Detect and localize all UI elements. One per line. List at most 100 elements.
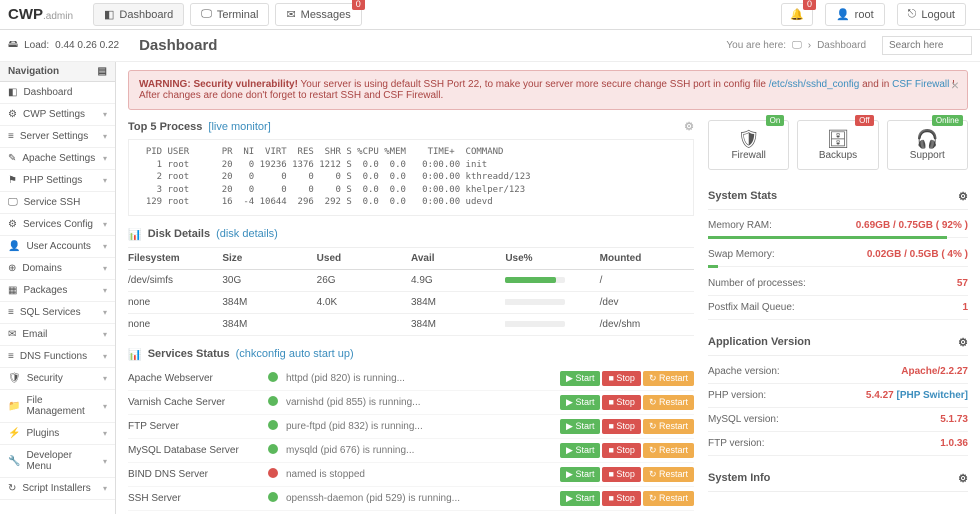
chevron-down-icon: ▾ bbox=[103, 330, 107, 339]
tab-dashboard[interactable]: ◧Dashboard bbox=[93, 3, 184, 26]
nav-icon: 🖵 bbox=[8, 197, 18, 208]
chevron-down-icon: ▾ bbox=[103, 374, 107, 383]
sidebar-item-server-settings[interactable]: ≡Server Settings▾ bbox=[0, 126, 115, 148]
gear-icon[interactable]: ⚙ bbox=[958, 336, 968, 349]
swap-value: 0.02GB / 0.5GB ( 4% ) bbox=[867, 249, 968, 260]
sidebar-item-dns-functions[interactable]: ≡DNS Functions▾ bbox=[0, 346, 115, 368]
start-button[interactable]: ▶ Start bbox=[560, 491, 600, 506]
firewall-card[interactable]: On🛡Firewall bbox=[708, 120, 789, 170]
close-alert-icon[interactable]: × bbox=[951, 77, 959, 93]
start-button[interactable]: ▶ Start bbox=[560, 467, 600, 482]
restart-button[interactable]: ↻ Restart bbox=[643, 371, 694, 386]
nav-icon: 👤 bbox=[8, 241, 20, 252]
logout-button[interactable]: ⎋Logout bbox=[897, 3, 966, 26]
sidebar-item-file-management[interactable]: 📁File Management▾ bbox=[0, 390, 115, 423]
chevron-down-icon: ▾ bbox=[103, 352, 107, 361]
chevron-down-icon: ▾ bbox=[103, 286, 107, 295]
nav-label: Email bbox=[22, 329, 47, 340]
stop-button[interactable]: ■ Stop bbox=[602, 419, 640, 434]
appver-row: PHP version:5.4.27 [PHP Switcher] bbox=[708, 384, 968, 408]
mail-icon: ✉ bbox=[286, 8, 295, 21]
user-button[interactable]: 👤root bbox=[825, 3, 885, 26]
chevron-down-icon: ▾ bbox=[103, 110, 107, 119]
tab-messages[interactable]: ✉Messages0 bbox=[275, 3, 361, 26]
start-button[interactable]: ▶ Start bbox=[560, 371, 600, 386]
status-dot bbox=[268, 420, 278, 430]
nav-label: Services Config bbox=[23, 219, 93, 230]
sidebar-item-user-accounts[interactable]: 👤User Accounts▾ bbox=[0, 236, 115, 258]
gear-icon[interactable]: ⚙ bbox=[958, 190, 968, 203]
sidebar-item-security[interactable]: 🛡Security▾ bbox=[0, 368, 115, 390]
collapse-icon[interactable]: ▤ bbox=[98, 66, 107, 77]
start-button[interactable]: ▶ Start bbox=[560, 419, 600, 434]
sidebar-item-plugins[interactable]: ⚡Plugins▾ bbox=[0, 423, 115, 445]
nav-icon: 📁 bbox=[8, 401, 20, 412]
nav-label: Dashboard bbox=[23, 87, 72, 98]
sidebar-item-domains[interactable]: ⊕Domains▾ bbox=[0, 258, 115, 280]
sidebar-item-developer-menu[interactable]: 🔧Developer Menu▾ bbox=[0, 445, 115, 478]
status-dot bbox=[268, 372, 278, 382]
tab-terminal[interactable]: 🖵Terminal bbox=[190, 3, 269, 26]
gear-icon[interactable]: ⚙ bbox=[958, 472, 968, 485]
sidebar-item-php-settings[interactable]: ⚑PHP Settings▾ bbox=[0, 170, 115, 192]
csf-firewall-link[interactable]: CSF Firewall bbox=[892, 79, 949, 90]
appver-title: Application Version bbox=[708, 336, 811, 349]
restart-button[interactable]: ↻ Restart bbox=[643, 419, 694, 434]
terminal-icon: 🖵 bbox=[201, 8, 212, 21]
disk-details-link[interactable]: (disk details) bbox=[216, 228, 278, 240]
support-card[interactable]: Online🎧Support bbox=[887, 120, 968, 170]
nav-icon: ⚡ bbox=[8, 428, 20, 439]
proc-value: 57 bbox=[957, 278, 968, 289]
ram-value: 0.69GB / 0.75GB ( 92% ) bbox=[856, 220, 968, 231]
stop-button[interactable]: ■ Stop bbox=[602, 371, 640, 386]
start-button[interactable]: ▶ Start bbox=[560, 395, 600, 410]
stop-button[interactable]: ■ Stop bbox=[602, 395, 640, 410]
restart-button[interactable]: ↻ Restart bbox=[643, 395, 694, 410]
nav-label: Apache Settings bbox=[22, 153, 95, 164]
nav-icon: ⚙ bbox=[8, 219, 17, 230]
sidebar-item-apache-settings[interactable]: ✎Apache Settings▾ bbox=[0, 148, 115, 170]
service-row: SSH Serveropenssh-daemon (pid 529) is ru… bbox=[128, 487, 694, 511]
nav-icon: ✎ bbox=[8, 153, 16, 164]
stop-button[interactable]: ■ Stop bbox=[602, 443, 640, 458]
chevron-down-icon: ▾ bbox=[103, 264, 107, 273]
search-input[interactable] bbox=[882, 36, 972, 55]
sidebar-item-sql-services[interactable]: ≡SQL Services▾ bbox=[0, 302, 115, 324]
backups-card[interactable]: Off🗄Backups bbox=[797, 120, 878, 170]
service-row: BIND DNS Servernamed is stopped▶ Start■ … bbox=[128, 463, 694, 487]
stop-button[interactable]: ■ Stop bbox=[602, 467, 640, 482]
switcher-link[interactable]: [PHP Switcher] bbox=[897, 390, 969, 401]
restart-button[interactable]: ↻ Restart bbox=[643, 443, 694, 458]
nav-label: CWP Settings bbox=[23, 109, 85, 120]
notifications-button[interactable]: 🔔0 bbox=[781, 3, 813, 26]
support-icon: 🎧 bbox=[892, 129, 963, 150]
sidebar-item-services-config[interactable]: ⚙Services Config▾ bbox=[0, 214, 115, 236]
disk-icon: 🖴 bbox=[8, 37, 18, 54]
start-button[interactable]: ▶ Start bbox=[560, 443, 600, 458]
nav-label: Packages bbox=[23, 285, 67, 296]
service-row: MySQL Database Servermysqld (pid 676) is… bbox=[128, 439, 694, 463]
sidebar-item-packages[interactable]: ▦ Packages ▾ bbox=[0, 280, 115, 302]
live-monitor-link[interactable]: [live monitor] bbox=[208, 121, 270, 133]
service-row: Varnish Cache Servervarnishd (pid 855) i… bbox=[128, 391, 694, 415]
sidebar-item-service-ssh[interactable]: 🖵Service SSH bbox=[0, 192, 115, 214]
sidebar-item-email[interactable]: ✉Email▾ bbox=[0, 324, 115, 346]
sshd-config-link[interactable]: /etc/ssh/sshd_config bbox=[769, 79, 860, 90]
gear-icon[interactable]: ⚙ bbox=[684, 120, 694, 133]
sidebar-item-cwp-settings[interactable]: ⚙CWP Settings▾ bbox=[0, 104, 115, 126]
backups-tag: Off bbox=[855, 115, 874, 126]
chkconfig-link[interactable]: (chkconfig auto start up) bbox=[236, 348, 354, 360]
queue-value: 1 bbox=[962, 302, 968, 313]
restart-button[interactable]: ↻ Restart bbox=[643, 467, 694, 482]
nav-label: User Accounts bbox=[26, 241, 90, 252]
load-average: 🖴 Load: 0.44 0.26 0.22 bbox=[8, 37, 119, 54]
sidebar-item-dashboard[interactable]: ◧Dashboard bbox=[0, 82, 115, 104]
nav-icon: ▦ bbox=[8, 285, 17, 296]
restart-button[interactable]: ↻ Restart bbox=[643, 491, 694, 506]
status-dot bbox=[268, 492, 278, 502]
stop-button[interactable]: ■ Stop bbox=[602, 491, 640, 506]
bell-badge: 0 bbox=[803, 0, 816, 10]
breadcrumb: You are here: 🖵 › Dashboard bbox=[726, 36, 972, 55]
sidebar-item-script-installers[interactable]: ↻Script Installers▾ bbox=[0, 478, 115, 500]
nav-label: SQL Services bbox=[20, 307, 81, 318]
